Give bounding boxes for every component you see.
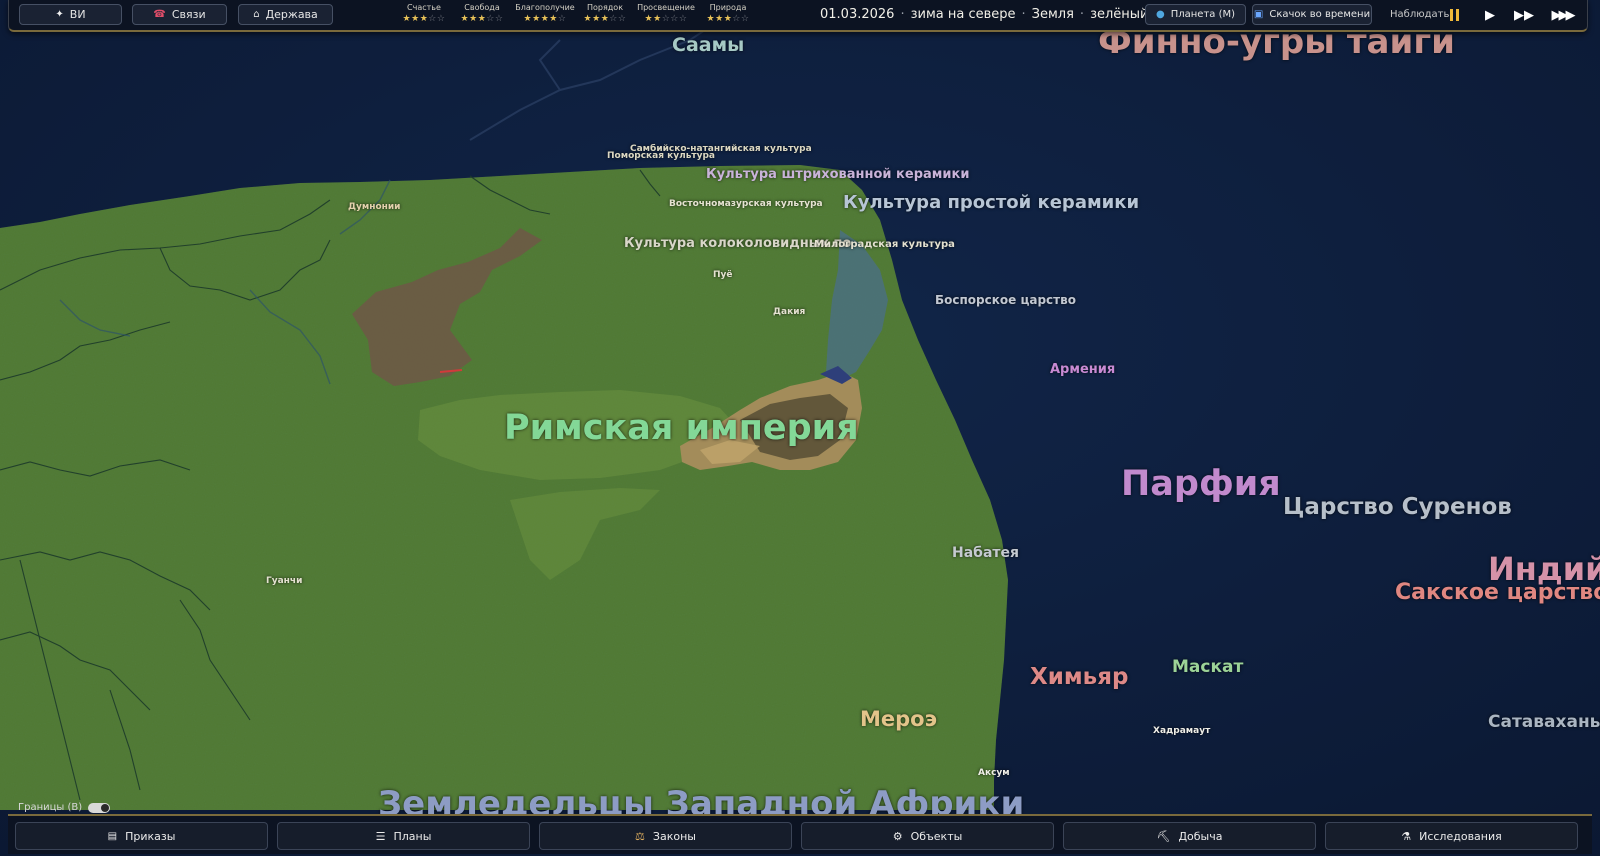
- label-maskat[interactable]: Маскат: [1172, 657, 1243, 677]
- objects-label: Объекты: [910, 829, 963, 843]
- stat-enlightenment[interactable]: Просвещение ★★☆☆☆: [631, 2, 701, 25]
- observe-label[interactable]: Наблюдать: [1390, 9, 1449, 20]
- label-saamy[interactable]: Саамы: [672, 34, 744, 56]
- fast-forward-button[interactable]: ▶▶: [1513, 6, 1535, 24]
- mining-button[interactable]: ⛏ Добыча: [1063, 822, 1316, 850]
- planet-button-label: Планета (M): [1170, 9, 1236, 20]
- planet-name: Земля: [1031, 7, 1074, 22]
- plans-button[interactable]: ☰ Планы: [277, 822, 530, 850]
- stat-label: Просвещение: [637, 3, 695, 12]
- research-button[interactable]: ⚗ Исследования: [1325, 822, 1578, 850]
- stat-label: Природа: [709, 3, 747, 12]
- label-shtrih[interactable]: Культура штрихованной керамики: [706, 167, 969, 182]
- time-jump-icon: ▣: [1253, 9, 1264, 20]
- stat-label: Порядок: [586, 3, 624, 12]
- state-button-label: Держава: [265, 8, 318, 21]
- label-prostoy[interactable]: Культура простой керамики: [843, 192, 1139, 213]
- orders-label: Приказы: [125, 829, 176, 843]
- label-hadramaut[interactable]: Хадрамаут: [1153, 726, 1210, 736]
- borders-toggle[interactable]: Границы (B): [18, 802, 111, 813]
- ai-button[interactable]: ✦ ВИ: [19, 4, 122, 25]
- planet-button[interactable]: ● Планета (M): [1145, 4, 1246, 25]
- label-meroe[interactable]: Мероэ: [860, 707, 937, 731]
- pause-button[interactable]: [1443, 6, 1465, 24]
- borders-toggle-label: Границы (B): [18, 802, 83, 813]
- label-vostochno[interactable]: Восточномазурская культура: [669, 199, 823, 209]
- stat-order[interactable]: Порядок ★★★☆☆: [570, 2, 640, 25]
- sparkle-icon: ✦: [55, 9, 64, 20]
- date-status: 01.03.2026 · зима на севере · Земля · зелёный …: [820, 7, 1180, 22]
- label-bosporskoe[interactable]: Боспорское царство: [935, 293, 1076, 307]
- label-dakiya[interactable]: Дакия: [773, 307, 805, 317]
- label-pomor[interactable]: Поморская культура: [607, 151, 715, 161]
- label-himyar[interactable]: Химьяр: [1030, 664, 1128, 690]
- top-bar: ✦ ВИ ☎ Связи ⌂ Держава Счастье ★★★☆☆ Сво…: [8, 0, 1588, 32]
- relations-button[interactable]: ☎ Связи: [132, 4, 227, 25]
- label-armeniya[interactable]: Армения: [1050, 362, 1115, 377]
- government-building-icon: ⌂: [253, 9, 260, 20]
- label-pue[interactable]: Пуё: [713, 270, 733, 280]
- link-icon: ☎: [153, 9, 166, 20]
- play-button[interactable]: ▶: [1479, 6, 1501, 24]
- flask-icon: ⚗: [1401, 829, 1412, 843]
- star-rating: ★★★☆☆: [460, 14, 504, 24]
- plans-label: Планы: [393, 829, 432, 843]
- globe-icon: ●: [1155, 9, 1165, 20]
- season-text: зима на севере: [910, 7, 1016, 22]
- label-aksum[interactable]: Аксум: [978, 768, 1010, 778]
- label-nabateya[interactable]: Набатея: [952, 545, 1019, 561]
- play-icon: ▶: [1485, 7, 1495, 23]
- label-parfiya[interactable]: Парфия: [1121, 464, 1281, 504]
- list-icon: ☰: [375, 829, 386, 843]
- fastest-forward-button[interactable]: ▶▶▶: [1547, 6, 1577, 24]
- pickaxe-icon: ⛏: [1156, 829, 1171, 843]
- label-satavahany[interactable]: Сатаваханы: [1488, 712, 1600, 732]
- time-jump-label: Скачок во времени: [1269, 9, 1371, 20]
- relations-button-label: Связи: [171, 8, 206, 21]
- laws-button[interactable]: ⚖ Законы: [539, 822, 792, 850]
- orders-icon: ▤: [107, 830, 118, 842]
- stat-nature[interactable]: Природа ★★★☆☆: [693, 2, 763, 25]
- star-rating: ★★★☆☆: [583, 14, 627, 24]
- objects-button[interactable]: ⚙ Объекты: [801, 822, 1054, 850]
- bottom-bar: ▤ Приказы ☰ Планы ⚖ Законы ⚙ Объекты ⛏ Д…: [8, 814, 1592, 854]
- stat-label: Свобода: [464, 3, 500, 12]
- star-rating: ★★☆☆☆: [644, 14, 688, 24]
- label-dumnonii[interactable]: Думнонии: [348, 202, 400, 212]
- ai-button-label: ВИ: [69, 8, 86, 21]
- mining-label: Добыча: [1178, 829, 1223, 843]
- state-button[interactable]: ⌂ Держава: [238, 4, 333, 25]
- label-surenov[interactable]: Царство Суренов: [1283, 494, 1512, 520]
- fastest-forward-icon: ▶▶▶: [1551, 7, 1576, 23]
- laws-label: Законы: [652, 829, 696, 843]
- label-guanchi[interactable]: Гуанчи: [266, 576, 302, 586]
- label-sakskoe[interactable]: Сакское царство: [1395, 580, 1600, 605]
- fast-forward-icon: ▶▶: [1514, 7, 1534, 23]
- borders-switch[interactable]: [88, 802, 111, 813]
- gear-icon: ⚙: [892, 829, 903, 843]
- label-milograd[interactable]: Милоградская культура: [814, 239, 955, 250]
- time-jump-button[interactable]: ▣ Скачок во времени: [1252, 4, 1372, 25]
- pause-icon: [1449, 9, 1459, 21]
- stat-freedom[interactable]: Свобода ★★★☆☆: [447, 2, 517, 25]
- orders-button[interactable]: ▤ Приказы: [15, 822, 268, 850]
- star-rating: ★★★☆☆: [706, 14, 750, 24]
- label-roman-empire[interactable]: Римская империя: [504, 408, 859, 448]
- date-text: 01.03.2026: [820, 7, 895, 22]
- scales-icon: ⚖: [635, 829, 645, 843]
- research-label: Исследования: [1419, 829, 1502, 843]
